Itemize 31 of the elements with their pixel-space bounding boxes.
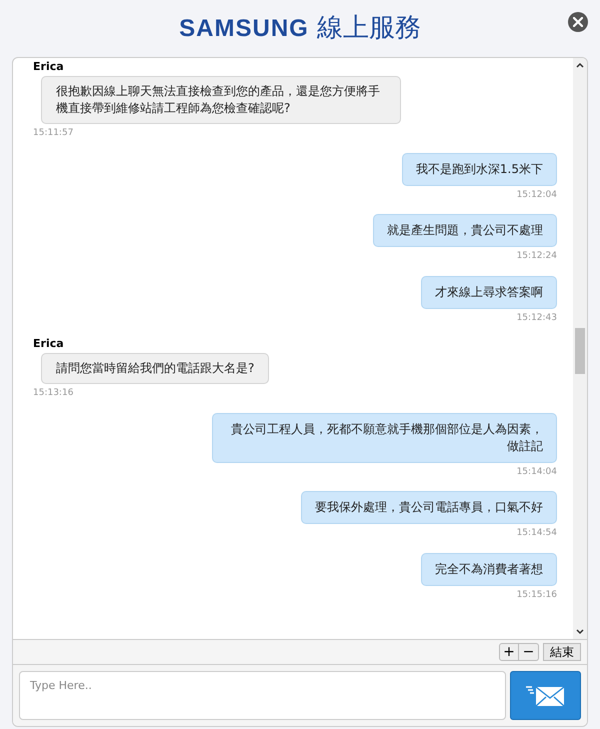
chevron-up-icon — [576, 62, 584, 68]
message-input[interactable]: Type Here.. — [19, 671, 506, 720]
close-icon — [573, 17, 583, 27]
timestamp: 15:15:16 — [516, 588, 557, 602]
close-button[interactable] — [568, 12, 588, 32]
zoom-in-button[interactable]: + — [499, 643, 519, 662]
message-bubble: 我不是跑到水深1.5米下 — [402, 152, 557, 186]
timestamp: 15:14:54 — [516, 527, 557, 540]
timestamp: 15:12:43 — [516, 312, 557, 324]
timestamp: 15:14:04 — [516, 466, 557, 478]
sender-name: Erica — [33, 337, 64, 350]
chevron-down-icon — [576, 629, 584, 636]
timestamp: 15:12:24 — [516, 250, 557, 263]
brand-logo: SAMSUNG — [179, 14, 309, 44]
scrollbar-thumb[interactable] — [575, 328, 585, 374]
message-bubble: 才來線上尋求答案啊 — [421, 276, 557, 308]
timestamp: 15:13:16 — [33, 387, 74, 400]
message-bubble: 很抱歉因線上聊天無法直接檢查到您的產品，還是您方便將手機直接帶到維修站請工程師為您檢查確認呢? — [41, 76, 401, 124]
end-chat-button[interactable]: 結束 — [543, 643, 581, 662]
send-button[interactable] — [510, 671, 581, 720]
message-bubble: 貴公司工程人員，死都不願意就手機那個部位是人為因素，做註記 — [212, 412, 557, 462]
envelope-icon — [526, 684, 566, 706]
message-bubble: 請問您當時留給我們的電話跟大名是? — [41, 353, 270, 384]
sender-name: Erica — [33, 60, 64, 73]
zoom-out-button[interactable]: − — [519, 643, 539, 662]
service-title: 線上服務 — [316, 12, 421, 45]
message-bubble: 要我保外處理，貴公司電話專員，口氣不好 — [301, 491, 557, 524]
message-bubble: 就是產生問題，貴公司不處理 — [373, 214, 557, 247]
timestamp: 15:11:57 — [33, 127, 74, 140]
timestamp: 15:12:04 — [516, 188, 557, 202]
message-bubble: 完全不為消費者著想 — [421, 552, 557, 586]
